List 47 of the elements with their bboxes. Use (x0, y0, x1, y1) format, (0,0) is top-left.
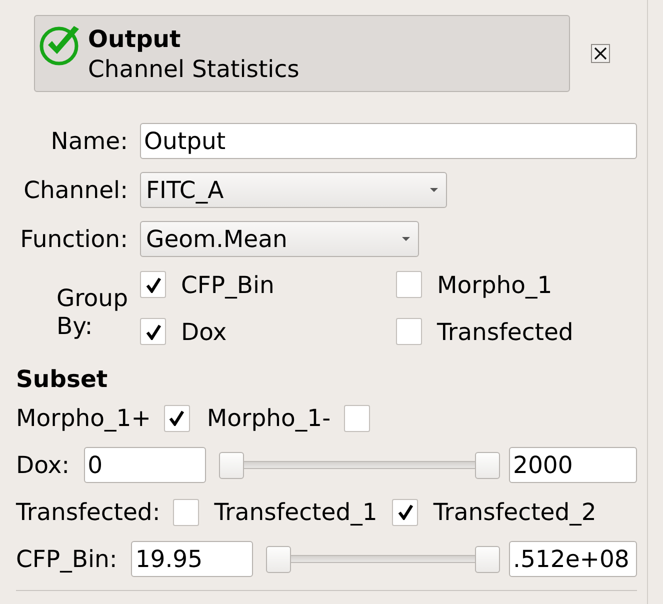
checkbox[interactable] (396, 271, 422, 298)
max-value-field[interactable]: 2000 (509, 447, 637, 483)
field-label: Name: (50, 127, 128, 155)
checkbox[interactable] (164, 404, 190, 432)
card-subtitle: Channel Statistics (88, 54, 300, 84)
checkbox-label: Morpho_1+ (16, 404, 151, 432)
field-label: CFP_Bin: (16, 545, 118, 573)
slider-handle[interactable] (475, 546, 500, 572)
tick-icon (398, 504, 413, 520)
checkbox-label: Morpho_1 (437, 270, 552, 298)
field-label: Function: (19, 225, 128, 253)
min-value-field[interactable]: 0 (84, 447, 206, 483)
caret-icon (430, 188, 438, 192)
field-label: Dox: (16, 451, 70, 479)
tick-icon (169, 410, 184, 426)
checkbox[interactable] (140, 271, 166, 298)
caret-icon (402, 237, 410, 241)
field-label: Transfected: (16, 498, 160, 526)
slider-handle[interactable] (266, 546, 292, 572)
close-button[interactable] (591, 44, 610, 63)
checkbox-label: Morpho_1- (206, 404, 331, 432)
slider-handle[interactable] (218, 452, 244, 478)
name-field[interactable]: Output (140, 123, 637, 159)
max-value-field[interactable]: .512e+08 (509, 541, 637, 577)
field-label: Channel: (22, 176, 128, 204)
dropdown[interactable]: FITC_A (140, 172, 447, 208)
checkbox[interactable] (140, 318, 166, 345)
checkbox-label: Dox (181, 318, 227, 346)
checkbox[interactable] (396, 318, 422, 345)
checkbox-label: Transfected_2 (433, 498, 596, 526)
checkbox[interactable] (344, 404, 370, 432)
card-title: Output (88, 24, 182, 54)
section-title: Subset (16, 365, 108, 393)
checkbox-label: CFP_Bin (181, 270, 274, 298)
range-slider-track[interactable] (218, 452, 500, 478)
checkbox[interactable] (392, 498, 418, 526)
dropdown[interactable]: Geom.Mean (140, 221, 419, 257)
checkbox-label: Transfected_1 (214, 498, 378, 526)
checkbox-label: Transfected (437, 318, 574, 346)
close-icon (594, 47, 607, 60)
field-label: Group By: (56, 284, 128, 340)
min-value-field[interactable]: 19.95 (131, 541, 254, 577)
range-slider-track[interactable] (266, 546, 500, 572)
slider-handle[interactable] (475, 452, 500, 478)
checkbox[interactable] (173, 498, 200, 526)
tick-icon (146, 276, 160, 292)
tick-icon (146, 324, 160, 340)
